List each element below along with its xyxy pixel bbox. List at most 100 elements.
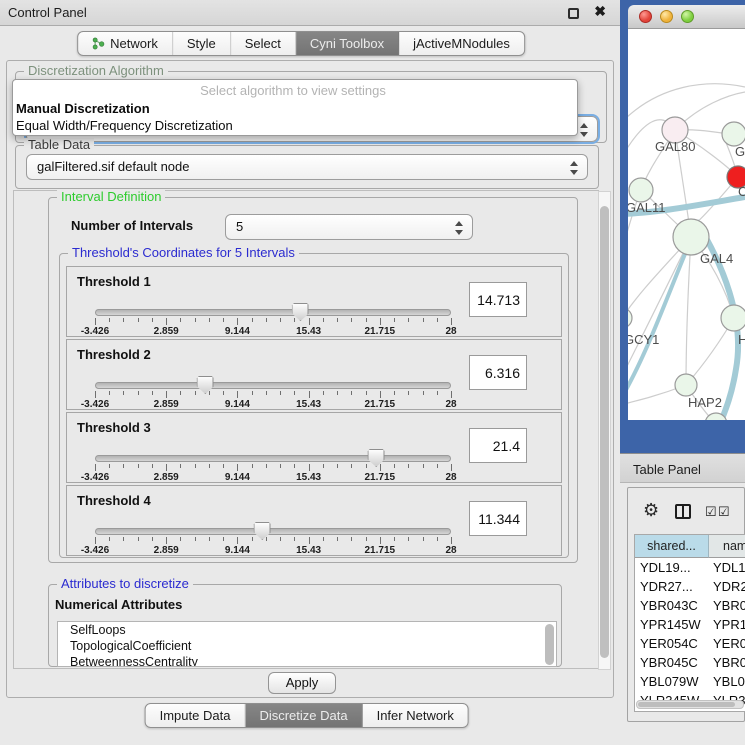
- scrollbar-thumb[interactable]: [600, 206, 609, 658]
- threshold-panel: Threshold 2 -3.4262.8599.14415.4321.7152…: [66, 339, 562, 410]
- cyni-toolbox-panel: Discretization Algorithm Table Data galF…: [6, 60, 614, 698]
- network-node[interactable]: [722, 122, 745, 146]
- tick-mark: [138, 318, 139, 322]
- column-header-name[interactable]: name: [709, 535, 745, 558]
- vertical-scrollbar[interactable]: [598, 191, 611, 670]
- tab-select[interactable]: Select: [231, 32, 296, 55]
- slider-scale: -3.4262.8599.14415.4321.71528: [95, 391, 451, 409]
- tab-label: Select: [245, 36, 281, 51]
- tick-mark: [266, 391, 267, 395]
- cell-name[interactable]: YDL19: [713, 560, 745, 575]
- tick-mark: [451, 391, 452, 398]
- cell-name[interactable]: YBL07: [713, 674, 745, 689]
- horizontal-scrollbar[interactable]: [636, 700, 744, 709]
- tick-mark: [95, 464, 96, 471]
- tab-infer-network[interactable]: Infer Network: [363, 704, 468, 727]
- tick-label: 15.43: [296, 399, 321, 410]
- attribute-list-item[interactable]: SelfLoops: [58, 622, 556, 638]
- cell-shared-name[interactable]: YBL079W: [640, 674, 706, 689]
- numerical-attributes-list[interactable]: SelfLoopsTopologicalCoefficientBetweenne…: [57, 621, 557, 667]
- tab-label: Infer Network: [377, 708, 454, 723]
- float-window-icon[interactable]: [568, 8, 579, 19]
- num-intervals-combobox[interactable]: 5: [225, 214, 473, 240]
- tick-mark: [337, 391, 338, 395]
- checkbox-icon[interactable]: ☑: [718, 504, 730, 520]
- split-columns-icon[interactable]: [675, 504, 691, 519]
- cell-name[interactable]: YBR04: [713, 598, 745, 613]
- dropdown-option-manual-discretization[interactable]: Manual Discretization: [16, 101, 150, 116]
- node-label: GAL80: [655, 139, 695, 154]
- slider-track[interactable]: [95, 528, 451, 535]
- tick-mark: [195, 464, 196, 468]
- tab-network[interactable]: Network: [78, 32, 173, 55]
- tab-jactivemnodules[interactable]: jActiveMNodules: [399, 32, 524, 55]
- tick-mark: [138, 464, 139, 468]
- network-node[interactable]: [673, 219, 709, 255]
- table-row[interactable]: YBL079W YBL07: [635, 672, 745, 691]
- dropdown-option-equal-width-frequency[interactable]: Equal Width/Frequency Discretization: [16, 118, 233, 133]
- cell-name[interactable]: YPR14: [713, 617, 745, 632]
- network-node[interactable]: [628, 308, 632, 328]
- attribute-list-item[interactable]: BetweennessCentrality: [58, 654, 556, 667]
- network-edge[interactable]: [628, 84, 745, 124]
- scrollbar-thumb[interactable]: [638, 702, 735, 707]
- tick-label: 2.859: [154, 545, 179, 556]
- tick-mark: [166, 318, 167, 325]
- table-row[interactable]: YER054C YER05: [635, 634, 745, 653]
- tick-label: 28: [445, 472, 456, 483]
- slider-track[interactable]: [95, 455, 451, 462]
- threshold-value-field[interactable]: 11.344: [469, 501, 527, 536]
- network-node[interactable]: [721, 305, 745, 331]
- tick-label: 9.144: [225, 472, 250, 483]
- tick-mark: [109, 464, 110, 468]
- cell-shared-name[interactable]: YBR045C: [640, 655, 706, 670]
- cell-name[interactable]: YBR04: [713, 655, 745, 670]
- tab-style[interactable]: Style: [173, 32, 231, 55]
- close-icon[interactable]: ✖: [594, 3, 606, 20]
- threshold-value-field[interactable]: 14.713: [469, 282, 527, 317]
- gear-icon[interactable]: ⚙: [643, 500, 659, 521]
- cell-shared-name[interactable]: YDR27...: [640, 579, 706, 594]
- network-view-canvas[interactable]: GAL80GACGAL11GAL4GCY1HHAP2: [628, 29, 745, 420]
- cell-shared-name[interactable]: YER054C: [640, 636, 706, 651]
- attribute-list-item[interactable]: TopologicalCoefficient: [58, 638, 556, 654]
- threshold-value-field[interactable]: 6.316: [469, 355, 527, 390]
- cell-shared-name[interactable]: YDL19...: [640, 560, 706, 575]
- tab-cyni-toolbox[interactable]: Cyni Toolbox: [296, 32, 399, 55]
- slider-track[interactable]: [95, 382, 451, 389]
- slider-track[interactable]: [95, 309, 451, 316]
- tick-mark: [195, 537, 196, 541]
- tick-mark: [394, 318, 395, 322]
- apply-button[interactable]: Apply: [268, 672, 336, 694]
- table-row[interactable]: YBR045C YBR04: [635, 653, 745, 672]
- minimize-traffic-light-icon[interactable]: [660, 10, 673, 23]
- network-edge[interactable]: [686, 237, 691, 385]
- table-data-combobox[interactable]: galFiltered.sif default node: [26, 154, 588, 180]
- cell-name[interactable]: YER05: [713, 636, 745, 651]
- network-node[interactable]: [675, 374, 697, 396]
- table-row[interactable]: YDL19... YDL19: [635, 558, 745, 577]
- tick-label: -3.426: [81, 472, 109, 483]
- network-window-titlebar[interactable]: [628, 5, 745, 29]
- table-row[interactable]: YIL052CYIL05: [635, 710, 745, 712]
- tick-mark: [394, 464, 395, 468]
- cell-shared-name[interactable]: YPR145W: [640, 617, 706, 632]
- column-header-shared-name[interactable]: shared...: [635, 535, 709, 558]
- threshold-value-field[interactable]: 21.4: [469, 428, 527, 463]
- network-graph: GAL80GACGAL11GAL4GCY1HHAP2: [628, 29, 745, 420]
- cell-shared-name[interactable]: YBR043C: [640, 598, 706, 613]
- table-row[interactable]: YPR145W YPR14: [635, 615, 745, 634]
- close-traffic-light-icon[interactable]: [639, 10, 652, 23]
- table-row[interactable]: YDR27... YDR27: [635, 577, 745, 596]
- network-node[interactable]: [629, 178, 653, 202]
- list-scrollbar[interactable]: [545, 624, 554, 665]
- checkbox-icon[interactable]: ☑: [705, 504, 717, 520]
- tick-mark: [166, 464, 167, 471]
- tick-mark: [366, 318, 367, 322]
- tab-discretize-data[interactable]: Discretize Data: [245, 704, 362, 727]
- table-row[interactable]: YBR043C YBR04: [635, 596, 745, 615]
- node-label: HAP2: [688, 395, 722, 410]
- zoom-traffic-light-icon[interactable]: [681, 10, 694, 23]
- tab-impute-data[interactable]: Impute Data: [146, 704, 246, 727]
- cell-name[interactable]: YDR27: [713, 579, 745, 594]
